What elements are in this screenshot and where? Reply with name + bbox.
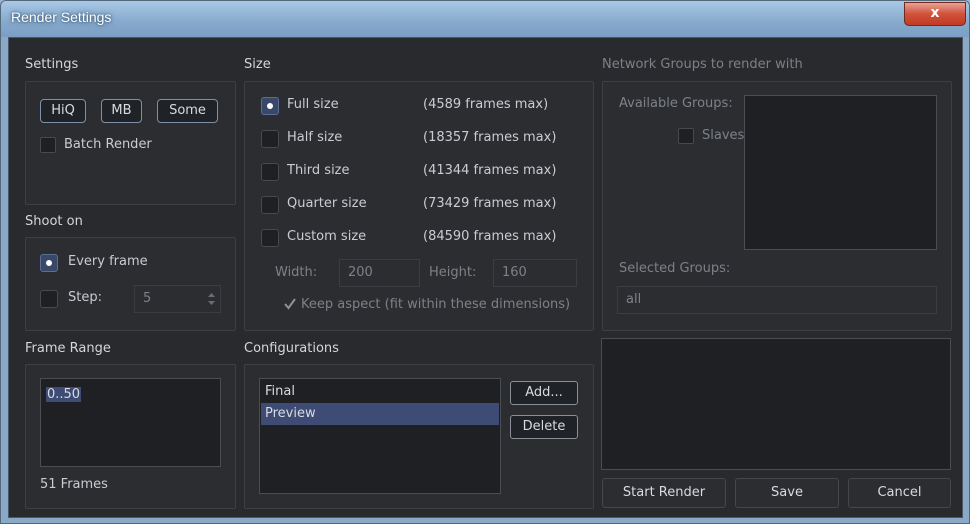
configurations-panel: Final Preview Add... Delete [244, 364, 594, 509]
shoot-on-panel: Every frame Step: 5 [25, 237, 236, 331]
settings-panel: HiQ MB Some Batch Render [25, 81, 236, 205]
frame-range-panel: 0..50 51 Frames [25, 364, 236, 509]
selected-groups-value: all [626, 292, 642, 307]
selected-groups-field[interactable]: all [617, 286, 937, 314]
delete-button[interactable]: Delete [510, 415, 578, 439]
step-radio[interactable] [40, 290, 58, 308]
configurations-heading: Configurations [244, 341, 339, 356]
slaves-label: Slaves [702, 128, 745, 143]
render-settings-window: Render Settings x Settings HiQ MB Some B… [0, 0, 970, 524]
every-frame-label: Every frame [68, 254, 148, 269]
keep-aspect-label: Keep aspect (fit within these dimensions… [301, 297, 571, 312]
batch-render-checkbox[interactable] [40, 137, 56, 153]
step-value: 5 [143, 291, 152, 306]
half-size-radio[interactable] [261, 130, 279, 148]
add-button[interactable]: Add... [510, 381, 578, 405]
spin-arrows-icon[interactable] [207, 292, 216, 306]
some-toggle[interactable]: Some [157, 99, 218, 123]
frame-range-value: 0..50 [46, 387, 82, 402]
frame-range-heading: Frame Range [25, 341, 111, 356]
custom-size-radio[interactable] [261, 229, 279, 247]
height-value: 160 [502, 265, 527, 280]
title-bar[interactable]: Render Settings x [1, 1, 969, 37]
half-size-frames: (18357 frames max) [423, 130, 557, 145]
frame-range-input[interactable]: 0..50 [40, 378, 221, 467]
settings-heading: Settings [25, 57, 79, 72]
selected-groups-label: Selected Groups: [619, 261, 731, 276]
shoot-on-heading: Shoot on [25, 214, 83, 229]
full-size-label: Full size [287, 97, 339, 112]
size-panel: Full size (4589 frames max) Half size (1… [244, 81, 594, 331]
window-title: Render Settings [11, 9, 112, 25]
render-output-area [601, 338, 951, 470]
custom-size-frames: (84590 frames max) [423, 229, 557, 244]
width-value: 200 [348, 265, 373, 280]
hiq-toggle[interactable]: HiQ [40, 99, 86, 123]
every-frame-radio[interactable] [40, 254, 58, 272]
quarter-size-radio[interactable] [261, 196, 279, 214]
dialog-body: Settings HiQ MB Some Batch Render Shoot … [8, 37, 963, 518]
slaves-checkbox[interactable] [678, 128, 694, 144]
width-label: Width: [275, 265, 318, 280]
size-heading: Size [244, 57, 271, 72]
mb-toggle[interactable]: MB [101, 99, 142, 123]
full-size-radio[interactable] [261, 97, 279, 115]
third-size-label: Third size [287, 163, 350, 178]
close-icon: x [930, 5, 940, 21]
checkmark-icon[interactable] [283, 297, 297, 311]
frames-count: 51 Frames [40, 477, 108, 492]
available-groups-label: Available Groups: [619, 96, 733, 111]
network-groups-panel: Available Groups: Slaves Selected Groups… [602, 81, 952, 331]
width-field[interactable]: 200 [339, 259, 420, 287]
available-groups-list[interactable] [744, 95, 937, 250]
step-label: Step: [68, 290, 102, 305]
save-button[interactable]: Save [735, 478, 839, 508]
half-size-label: Half size [287, 130, 343, 145]
custom-size-label: Custom size [287, 229, 367, 244]
configurations-list[interactable]: Final Preview [259, 378, 501, 494]
list-item[interactable]: Final [261, 381, 499, 403]
third-size-radio[interactable] [261, 163, 279, 181]
step-spinbox[interactable]: 5 [134, 285, 221, 313]
close-button[interactable]: x [904, 2, 966, 26]
list-item[interactable]: Preview [261, 403, 499, 425]
network-groups-heading: Network Groups to render with [602, 57, 803, 72]
height-field[interactable]: 160 [493, 259, 577, 287]
start-render-button[interactable]: Start Render [602, 478, 726, 508]
third-size-frames: (41344 frames max) [423, 163, 557, 178]
batch-render-label: Batch Render [64, 137, 152, 152]
quarter-size-frames: (73429 frames max) [423, 196, 557, 211]
cancel-button[interactable]: Cancel [848, 478, 951, 508]
quarter-size-label: Quarter size [287, 196, 367, 211]
full-size-frames: (4589 frames max) [423, 97, 549, 112]
height-label: Height: [429, 265, 477, 280]
